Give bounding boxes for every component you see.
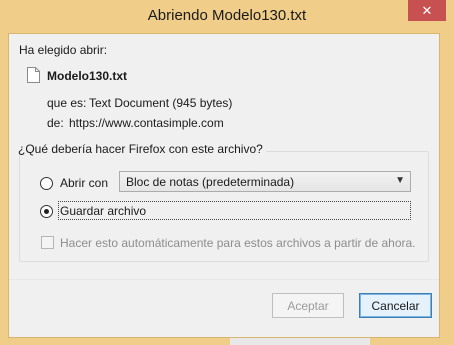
taskbar-fragment: [230, 338, 370, 345]
intro-heading: Ha elegido abrir:: [19, 43, 108, 57]
chevron-down-icon: ▼: [395, 175, 405, 186]
dialog-window: Abriendo Modelo130.txt ✕ Ha elegido abri…: [0, 0, 454, 345]
application-select-value: Bloc de notas (predeterminada): [126, 175, 295, 189]
close-icon: ✕: [421, 2, 433, 18]
document-icon: [27, 67, 40, 83]
remember-choice-label: Hacer esto automáticamente para estos ar…: [60, 236, 416, 250]
button-separator: [9, 279, 439, 280]
file-source-value: https://www.contasimple.com: [69, 116, 224, 130]
title-bar[interactable]: Abriendo Modelo130.txt ✕: [0, 0, 454, 33]
cancel-button-label: Cancelar: [371, 298, 420, 313]
accept-button-label: Aceptar: [287, 298, 329, 313]
remember-choice-checkbox[interactable]: [41, 236, 54, 249]
save-file-radio[interactable]: [40, 205, 53, 218]
close-button[interactable]: ✕: [408, 0, 446, 21]
file-type-value: Text Document (945 bytes): [89, 96, 233, 110]
file-type-label: que es:: [47, 96, 87, 110]
accept-button[interactable]: Aceptar: [272, 293, 344, 318]
cancel-button[interactable]: Cancelar: [359, 293, 432, 318]
application-select[interactable]: Bloc de notas (predeterminada) ▼: [119, 171, 411, 192]
file-name: Modelo130.txt: [47, 69, 128, 83]
window-title: Abriendo Modelo130.txt: [147, 7, 307, 24]
save-file-label[interactable]: Guardar archivo: [60, 204, 146, 218]
open-with-label[interactable]: Abrir con: [60, 176, 108, 190]
open-with-radio[interactable]: [40, 177, 53, 190]
dialog-body: Ha elegido abrir: Modelo130.txt que es: …: [8, 33, 440, 338]
action-group-legend: ¿Qué debería hacer Firefox con este arch…: [15, 142, 266, 156]
file-source-label: de:: [47, 116, 64, 130]
